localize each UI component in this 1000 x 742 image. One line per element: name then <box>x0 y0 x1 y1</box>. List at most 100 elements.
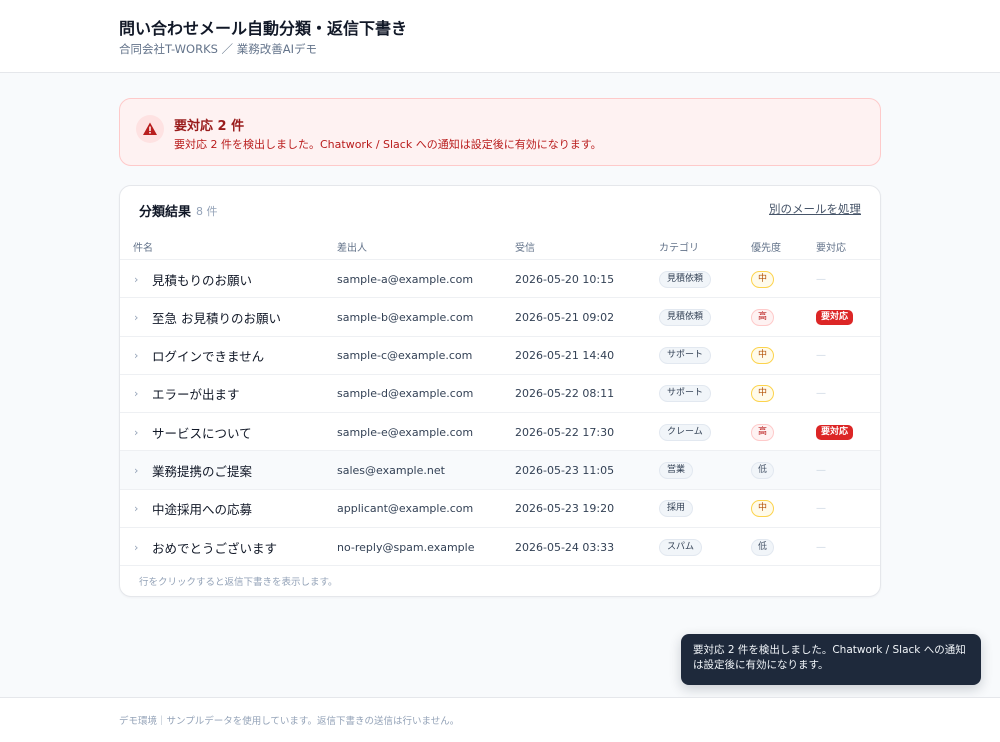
category-badge: 見積依頼 <box>659 308 712 326</box>
column-header-received: 受信 <box>515 243 535 254</box>
results-title: 分類結果 <box>139 205 192 220</box>
row-action: — <box>816 528 826 566</box>
chevron-right-icon[interactable]: › <box>134 337 138 375</box>
row-received: 2026-05-21 14:40 <box>515 349 615 363</box>
results-card: 分類結果 8 件 別のメールを処理 件名 差出人 受信 カテゴリ 優先度 要対応… <box>119 185 881 597</box>
row-received: 2026-05-22 08:11 <box>515 387 615 401</box>
toast-notification: 要対応 2 件を検出しました。Chatwork / Slack への通知は設定後… <box>681 634 981 685</box>
row-received: 2026-05-23 11:05 <box>515 463 615 477</box>
category-badge: サポート <box>659 347 712 365</box>
action-required-badge: 要対応 <box>816 309 854 325</box>
table-row[interactable]: › 業務提携のご提案 sales@example.net 2026-05-23 11:… <box>120 451 880 490</box>
row-subject: サービスについて <box>152 425 252 441</box>
row-received: 2026-05-21 09:02 <box>515 310 615 324</box>
row-priority: 中 <box>751 337 775 375</box>
row-subject: 業務提携のご提案 <box>152 463 253 479</box>
table-row[interactable]: › 至急 お見積りのお願い sample-b@example.com 2026-05-… <box>120 298 880 337</box>
row-action: 要対応 <box>816 413 854 451</box>
results-count: 8 件 <box>196 205 218 218</box>
row-priority: 中 <box>751 260 775 298</box>
page-title: 問い合わせメール自動分類・返信下書き <box>119 19 408 38</box>
category-badge: 営業 <box>659 461 694 479</box>
row-category: サポート <box>659 375 712 413</box>
row-action: — <box>816 260 826 298</box>
process-another-mail-link[interactable]: 別のメールを処理 <box>769 201 861 217</box>
priority-badge: 低 <box>751 461 775 479</box>
table-row[interactable]: › おめでとうございます no-reply@spam.example 2026-05-… <box>120 528 880 567</box>
row-action: — <box>816 490 826 528</box>
row-received: 2026-05-22 17:30 <box>515 425 615 439</box>
alert-title: 要対応 2 件 <box>174 119 245 134</box>
row-from: sample-d@example.com <box>337 387 474 401</box>
column-header-action: 要対応 <box>816 243 846 254</box>
category-badge: サポート <box>659 385 712 403</box>
priority-badge: 中 <box>751 347 775 365</box>
no-action-placeholder: — <box>816 388 826 400</box>
row-from: sample-b@example.com <box>337 310 474 324</box>
table-row[interactable]: › ログインできません sample-c@example.com 2026-05-21… <box>120 337 880 375</box>
row-from: sample-e@example.com <box>337 425 474 439</box>
priority-badge: 高 <box>751 423 775 441</box>
row-category: スパム <box>659 528 703 566</box>
category-badge: クレーム <box>659 423 711 441</box>
row-from: applicant@example.com <box>337 502 474 516</box>
table-header: 件名 差出人 受信 カテゴリ 優先度 要対応 <box>120 230 880 260</box>
chevron-right-icon[interactable]: › <box>134 528 138 566</box>
alert-message: 要対応 2 件を検出しました。Chatwork / Slack への通知は設定後… <box>174 138 602 151</box>
row-category: クレーム <box>659 413 711 451</box>
no-action-placeholder: — <box>816 273 826 285</box>
row-subject: 見積もりのお願い <box>152 272 253 288</box>
no-action-placeholder: — <box>816 464 826 476</box>
app-header: 問い合わせメール自動分類・返信下書き 合同会社T-WORKS ／ 業務改善AIデ… <box>0 0 1000 73</box>
row-from: sample-a@example.com <box>337 272 474 286</box>
category-badge: スパム <box>659 538 703 556</box>
page-subtitle: 合同会社T-WORKS ／ 業務改善AIデモ <box>119 42 317 56</box>
row-received: 2026-05-23 19:20 <box>515 502 615 516</box>
row-action: — <box>816 451 826 489</box>
chevron-right-icon[interactable]: › <box>134 298 138 336</box>
table-row[interactable]: › エラーが出ます sample-d@example.com 2026-05-22 0… <box>120 375 880 414</box>
table-row[interactable]: › 見積もりのお願い sample-a@example.com 2026-05-20 … <box>120 260 880 299</box>
no-action-placeholder: — <box>816 541 826 553</box>
category-badge: 採用 <box>659 500 694 518</box>
no-action-placeholder: — <box>816 350 826 362</box>
chevron-right-icon[interactable]: › <box>134 260 138 298</box>
chevron-right-icon[interactable]: › <box>134 413 138 451</box>
column-header-category: カテゴリ <box>659 243 699 254</box>
row-priority: 中 <box>751 490 775 528</box>
row-priority: 高 <box>751 413 775 451</box>
row-priority: 低 <box>751 528 775 566</box>
alert-banner: 要対応 2 件 要対応 2 件を検出しました。Chatwork / Slack … <box>119 98 881 166</box>
row-subject: 中途採用への応募 <box>152 502 253 518</box>
row-category: 営業 <box>659 451 694 489</box>
results-table-body: › 見積もりのお願い sample-a@example.com 2026-05-20 … <box>120 260 880 567</box>
row-from: sales@example.net <box>337 463 445 477</box>
row-subject: 至急 お見積りのお願い <box>152 310 281 326</box>
action-required-badge: 要対応 <box>816 424 854 440</box>
priority-badge: 中 <box>751 270 775 288</box>
row-priority: 高 <box>751 298 775 336</box>
warning-icon <box>136 115 164 143</box>
row-subject: ログインできません <box>152 349 265 365</box>
table-row[interactable]: › サービスについて sample-e@example.com 2026-05-22 … <box>120 413 880 452</box>
row-action: 要対応 <box>816 298 854 336</box>
row-category: 見積依頼 <box>659 298 712 336</box>
chevron-right-icon[interactable]: › <box>134 375 138 413</box>
row-priority: 中 <box>751 375 775 413</box>
priority-badge: 中 <box>751 385 775 403</box>
category-badge: 見積依頼 <box>659 270 712 288</box>
row-category: 採用 <box>659 490 694 528</box>
table-row[interactable]: › 中途採用への応募 applicant@example.com 2026-05-23… <box>120 490 880 529</box>
row-action: — <box>816 375 826 413</box>
row-category: 見積依頼 <box>659 260 712 298</box>
priority-badge: 高 <box>751 308 775 326</box>
chevron-right-icon[interactable]: › <box>134 451 138 489</box>
priority-badge: 中 <box>751 500 775 518</box>
footer-text: デモ環境｜サンプルデータを使用しています。返信下書きの送信は行いません。 <box>119 716 460 727</box>
chevron-right-icon[interactable]: › <box>134 490 138 528</box>
priority-badge: 低 <box>751 538 775 556</box>
row-category: サポート <box>659 337 712 375</box>
no-action-placeholder: — <box>816 503 826 515</box>
column-header-subject: 件名 <box>133 243 153 254</box>
column-header-from: 差出人 <box>337 243 367 254</box>
